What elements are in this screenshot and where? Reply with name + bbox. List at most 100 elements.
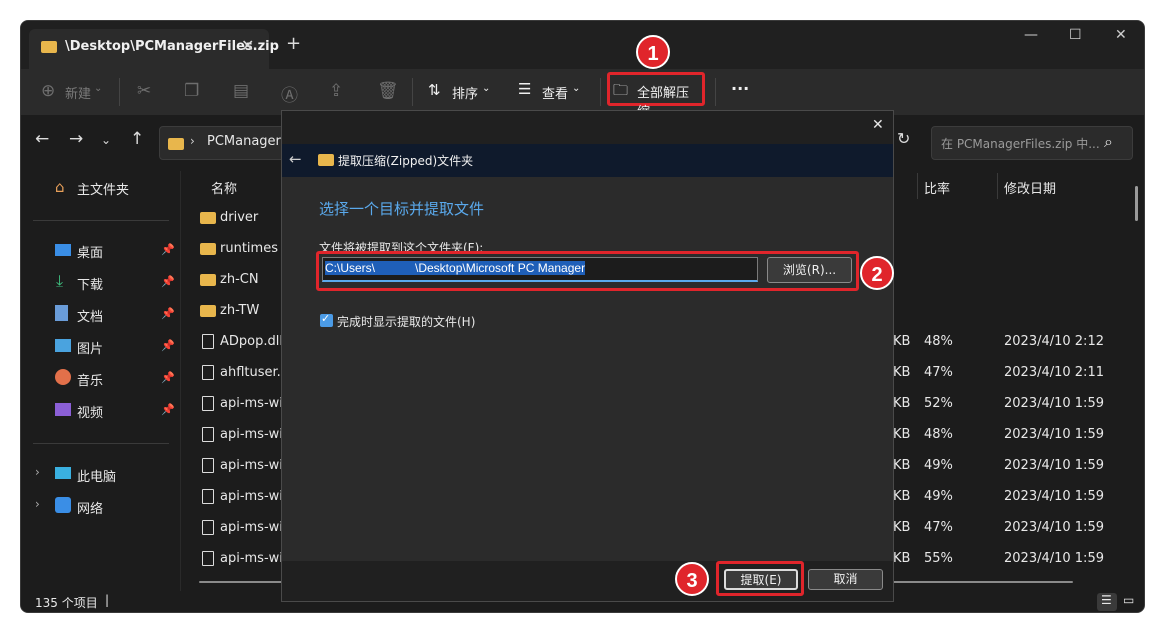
sidebar-item-home[interactable]: ⌂ 主文件夹	[31, 173, 171, 203]
dialog-close-icon[interactable]: ✕	[872, 117, 884, 133]
sidebar-item-downloads[interactable]: ⤓ 下载 📌	[31, 268, 175, 298]
file-size: KB	[893, 551, 911, 566]
pin-icon: 📌	[161, 243, 175, 256]
document-icon	[55, 305, 68, 321]
step-badge-3: 3	[675, 562, 709, 596]
show-files-label: 完成时显示提取的文件(H)	[337, 315, 476, 329]
file-name: api-ms-wir	[220, 458, 289, 473]
home-icon: ⌂	[55, 178, 65, 196]
toolbar-divider	[119, 78, 120, 106]
sidebar-item-label: 桌面	[77, 246, 104, 261]
file-name: api-ms-wir	[220, 489, 289, 504]
maximize-icon[interactable]: ☐	[1069, 27, 1082, 43]
list-view-icon: ☰	[1101, 593, 1112, 607]
sidebar-item-documents[interactable]: 文档 📌	[31, 300, 175, 330]
dialog-back-icon[interactable]: ←	[289, 150, 302, 168]
destination-path-field[interactable]: C:\Users\ \Desktop\Microsoft PC Manager	[322, 257, 758, 282]
file-modified-date: 2023/4/10 1:59	[1004, 520, 1104, 535]
address-bar[interactable]: › PCManagerF	[159, 126, 299, 160]
file-name: ahfltuser.d	[220, 365, 290, 380]
sidebar-item-this-pc[interactable]: › 此电脑	[31, 460, 171, 490]
column-header-name[interactable]: 名称	[211, 178, 237, 197]
file-modified-date: 2023/4/10 2:11	[1004, 365, 1104, 380]
pin-icon: 📌	[161, 371, 175, 384]
tiles-view-button[interactable]: ▭	[1123, 593, 1134, 607]
file-size: KB	[893, 489, 911, 504]
close-window-icon[interactable]: ✕	[1115, 27, 1127, 43]
sidebar-divider	[33, 443, 169, 444]
sidebar-item-music[interactable]: 音乐 📌	[31, 364, 175, 394]
close-tab-icon[interactable]: ✕	[241, 36, 254, 55]
show-files-checkbox[interactable]: ✓	[320, 312, 333, 327]
expand-chevron-icon[interactable]: ›	[35, 497, 40, 511]
sidebar-item-pictures[interactable]: 图片 📌	[31, 332, 175, 362]
new-icon: ⊕	[41, 81, 56, 101]
sidebar-item-desktop[interactable]: 桌面 📌	[31, 236, 175, 266]
file-icon	[202, 458, 214, 473]
file-ratio: 49%	[924, 458, 953, 473]
folder-icon	[200, 305, 216, 317]
browse-button[interactable]: 浏览(R)...	[767, 257, 852, 283]
extract-all-button[interactable]: 🗀 全部解压缩	[613, 79, 701, 120]
folder-icon	[200, 212, 216, 224]
minimize-icon[interactable]: —	[1024, 27, 1038, 43]
sort-icon: ⇅	[428, 81, 441, 99]
dialog-header: ← 提取压缩(Zipped)文件夹	[282, 144, 893, 177]
extract-button[interactable]: 提取(E)	[724, 569, 798, 590]
recent-chevron-icon[interactable]: ⌄	[101, 133, 111, 147]
forward-icon[interactable]: →	[69, 129, 83, 149]
tab-pcmanagerfiles[interactable]: \Desktop\PCManagerFiles.zip ✕	[29, 29, 279, 69]
folder-icon	[200, 243, 216, 255]
search-icon[interactable]: ⌕	[1104, 132, 1113, 152]
picture-icon	[55, 339, 71, 352]
file-name: zh-CN	[220, 272, 259, 287]
chevron-right-icon: ›	[190, 134, 195, 148]
sidebar-item-label: 下载	[77, 278, 104, 293]
new-tab-button[interactable]: +	[286, 33, 301, 54]
file-icon	[202, 334, 214, 349]
new-button[interactable]: 新建	[65, 83, 91, 102]
cut-icon[interactable]: ✂	[137, 81, 151, 101]
file-size: KB	[893, 427, 911, 442]
sidebar-item-network[interactable]: › 网络	[31, 492, 171, 522]
rename-icon[interactable]: Ⓐ	[281, 81, 298, 106]
cancel-button[interactable]: 取消	[808, 569, 883, 590]
command-bar: ⊕ 新建 ⌄ ✂ ❐ ▤ Ⓐ ⇪ 🗑 ⇅ 排序 ⌄ ☰ 查看 ⌄ 🗀 全部解压缩…	[21, 69, 1144, 120]
file-name: driver	[220, 210, 259, 225]
file-ratio: 48%	[924, 427, 953, 442]
file-ratio: 55%	[924, 551, 953, 566]
up-icon[interactable]: ↑	[130, 129, 144, 149]
chevron-down-icon: ⌄	[572, 83, 581, 94]
file-name: runtimes	[220, 241, 278, 256]
search-box[interactable]: 在 PCManagerFiles.zip 中... ⌕	[931, 126, 1133, 160]
file-size: KB	[893, 396, 911, 411]
more-options-icon[interactable]: ···	[731, 79, 749, 98]
refresh-icon[interactable]: ↻	[897, 129, 910, 148]
file-size: KB	[893, 520, 911, 535]
paste-icon[interactable]: ▤	[233, 81, 249, 101]
file-ratio: 47%	[924, 365, 953, 380]
file-size: KB	[893, 458, 911, 473]
vertical-scrollbar[interactable]	[1135, 186, 1138, 221]
file-name: api-ms-wir	[220, 520, 289, 535]
file-modified-date: 2023/4/10 1:59	[1004, 427, 1104, 442]
sidebar-item-label: 此电脑	[77, 470, 117, 485]
details-view-button[interactable]: ☰	[1097, 593, 1117, 611]
copy-icon[interactable]: ❐	[184, 81, 199, 101]
search-input[interactable]: 在 PCManagerFiles.zip 中...	[941, 135, 1100, 152]
column-header-modified[interactable]: 修改日期	[1004, 178, 1056, 197]
delete-icon[interactable]: 🗑	[377, 81, 399, 101]
pane-divider	[180, 171, 181, 591]
column-header-ratio[interactable]: 比率	[924, 178, 950, 197]
sidebar-item-videos[interactable]: 视频 📌	[31, 396, 175, 426]
sort-button[interactable]: 排序	[452, 83, 478, 102]
file-size: KB	[893, 365, 911, 380]
view-button[interactable]: 查看	[542, 83, 568, 102]
file-name: api-ms-wir	[220, 551, 289, 566]
expand-chevron-icon[interactable]: ›	[35, 465, 40, 479]
sidebar-item-label: 主文件夹	[77, 183, 130, 198]
file-modified-date: 2023/4/10 1:59	[1004, 489, 1104, 504]
back-icon[interactable]: ←	[35, 129, 49, 149]
music-icon	[55, 369, 71, 385]
share-icon[interactable]: ⇪	[329, 81, 343, 101]
